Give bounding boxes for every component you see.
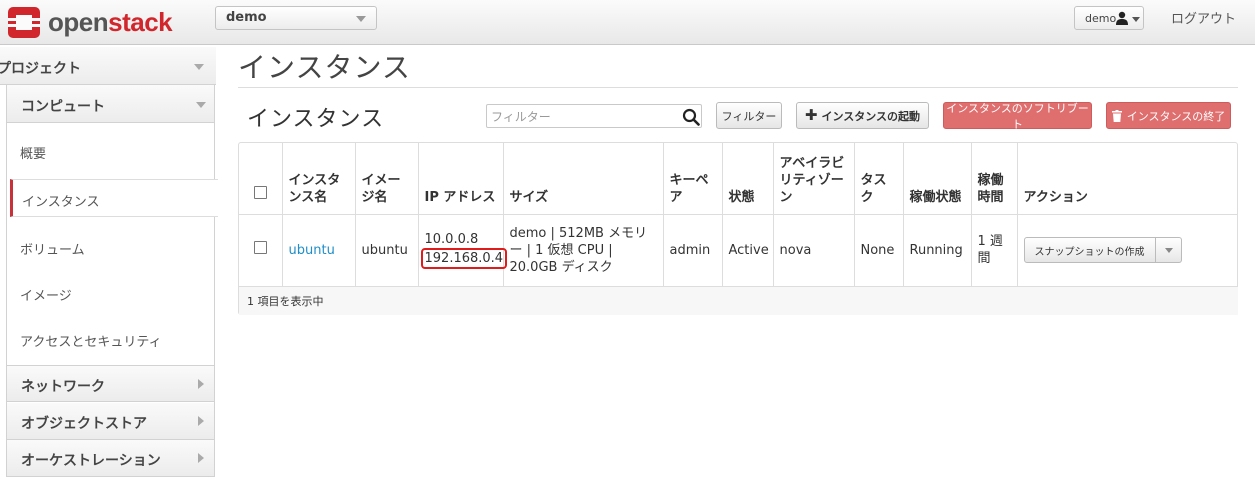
brand-prefix: open xyxy=(48,6,109,37)
sidebar-section-project[interactable]: プロジェクト xyxy=(0,47,216,85)
column-header-ip[interactable]: IP アドレス xyxy=(418,143,504,214)
column-header-power-state[interactable]: 稼働状態 xyxy=(903,143,972,214)
column-header-image[interactable]: イメージ名 xyxy=(355,143,419,214)
table-header-row: インスタンス名 イメージ名 IP アドレス サイズ キーペア 状態 アベイラビリ… xyxy=(239,143,1238,214)
sidebar-item-volumes[interactable]: ボリューム xyxy=(20,239,85,258)
column-header-name[interactable]: インスタンス名 xyxy=(282,143,356,214)
plus-icon: ✚ xyxy=(804,105,818,124)
filter-button[interactable]: フィルター xyxy=(716,102,782,129)
user-icon xyxy=(1116,11,1128,25)
column-header-zone[interactable]: アベイラビリティゾーン xyxy=(773,143,855,214)
sidebar-item-overview[interactable]: 概要 xyxy=(20,143,46,162)
user-name: demo xyxy=(1085,12,1117,25)
table-row: ubuntu ubuntu 10.0.0.8 192.168.0.4 demo … xyxy=(239,214,1238,286)
sidebar-section-label: プロジェクト xyxy=(0,61,81,77)
sidebar-item-images[interactable]: イメージ xyxy=(20,285,72,304)
sidebar-item-access-security[interactable]: アクセスとセキュリティ xyxy=(20,331,162,350)
openstack-logo[interactable]: openstack xyxy=(6,4,173,40)
instance-size-cell: demo | 512MB メモリー | 1 仮想 CPU | 20.0GB ディ… xyxy=(503,214,664,286)
floating-ip: 192.168.0.4 xyxy=(420,248,508,269)
column-header-task[interactable]: タスク xyxy=(854,143,904,214)
instance-image-cell: ubuntu xyxy=(355,214,419,286)
launch-instance-button[interactable]: ✚ インスタンスの起動 xyxy=(796,102,929,129)
select-all-cell xyxy=(239,143,283,214)
select-all-checkbox[interactable] xyxy=(253,185,267,199)
row-action-group: スナップショットの作成 xyxy=(1023,237,1233,263)
item-count: 1 項目を表示中 xyxy=(239,285,1238,315)
table-footer-row: 1 項目を表示中 xyxy=(239,285,1238,315)
logout-link[interactable]: ログアウト xyxy=(1171,8,1236,27)
sidebar-category-network[interactable]: ネットワーク xyxy=(6,365,215,402)
instance-task-cell: None xyxy=(854,214,904,286)
brand-suffix: stack xyxy=(108,6,173,37)
row-checkbox[interactable] xyxy=(253,241,267,254)
more-actions-dropdown[interactable] xyxy=(1155,237,1182,263)
chevron-down-icon xyxy=(196,102,206,108)
instance-ip-cell: 10.0.0.8 192.168.0.4 xyxy=(418,214,508,286)
search-icon[interactable] xyxy=(682,108,700,126)
terminate-instance-label: インスタンスの終了 xyxy=(1126,109,1226,123)
chevron-down-icon xyxy=(356,16,366,22)
project-select-value: demo xyxy=(226,10,267,25)
brand-name: openstack xyxy=(48,6,173,38)
instance-actions-cell: スナップショットの作成 xyxy=(1017,214,1238,286)
user-menu-button[interactable]: demo xyxy=(1074,6,1144,30)
sidebar-category-orchestration[interactable]: オーケストレーション xyxy=(6,440,215,477)
chevron-down-icon xyxy=(194,64,204,70)
sidebar: プロジェクト コンピュート 概要 インスタンス ボリューム イメージ アクセスと… xyxy=(0,45,218,484)
soft-reboot-button[interactable]: インスタンスのソフトリブート xyxy=(943,102,1092,131)
trash-icon xyxy=(1111,109,1122,122)
top-bar: openstack demo demo ログアウト xyxy=(0,0,1255,45)
chevron-right-icon xyxy=(198,379,204,389)
sidebar-item-instances[interactable]: インスタンス xyxy=(10,179,218,217)
create-snapshot-button[interactable]: スナップショットの作成 xyxy=(1023,237,1156,263)
instance-name-cell: ubuntu xyxy=(282,214,356,286)
instance-zone-cell: nova xyxy=(773,214,855,286)
project-select[interactable]: demo xyxy=(215,6,377,30)
sidebar-category-label: オブジェクトストア xyxy=(21,416,147,432)
instance-keypair-cell: admin xyxy=(663,214,723,286)
instance-status-cell: Active xyxy=(722,214,774,286)
instance-name-link[interactable]: ubuntu xyxy=(289,243,335,258)
column-header-size[interactable]: サイズ xyxy=(503,143,664,214)
terminate-instance-button[interactable]: インスタンスの終了 xyxy=(1106,102,1231,129)
row-select-cell xyxy=(239,214,283,286)
sidebar-category-object-store[interactable]: オブジェクトストア xyxy=(6,403,215,440)
chevron-right-icon xyxy=(198,453,204,463)
chevron-down-icon xyxy=(1164,248,1173,253)
chevron-down-icon xyxy=(1132,17,1140,22)
sidebar-subsection-label: コンピュート xyxy=(21,99,105,115)
openstack-logo-icon xyxy=(8,7,40,38)
instance-uptime-cell: 1 週間 xyxy=(971,214,1018,286)
column-header-actions: アクション xyxy=(1023,189,1088,205)
instance-power-state-cell: Running xyxy=(903,214,972,286)
launch-instance-label: インスタンスの起動 xyxy=(821,109,921,123)
fixed-ip: 10.0.0.8 xyxy=(424,232,479,247)
table-title: インスタンス xyxy=(247,107,385,132)
sidebar-subsection-compute[interactable]: コンピュート xyxy=(7,85,214,123)
instances-table: インスタンス名 イメージ名 IP アドレス サイズ キーペア 状態 アベイラビリ… xyxy=(238,142,1238,315)
column-header-status[interactable]: 状態 xyxy=(722,143,774,214)
column-header-uptime[interactable]: 稼働時間 xyxy=(971,143,1018,214)
sidebar-category-label: ネットワーク xyxy=(21,379,105,395)
column-header-keypair[interactable]: キーペア xyxy=(663,143,723,214)
page-title: インスタンス xyxy=(238,51,411,84)
title-divider xyxy=(238,87,1238,88)
filter-input[interactable] xyxy=(486,104,702,128)
sidebar-category-label: オーケストレーション xyxy=(21,453,161,469)
chevron-right-icon xyxy=(198,416,204,426)
